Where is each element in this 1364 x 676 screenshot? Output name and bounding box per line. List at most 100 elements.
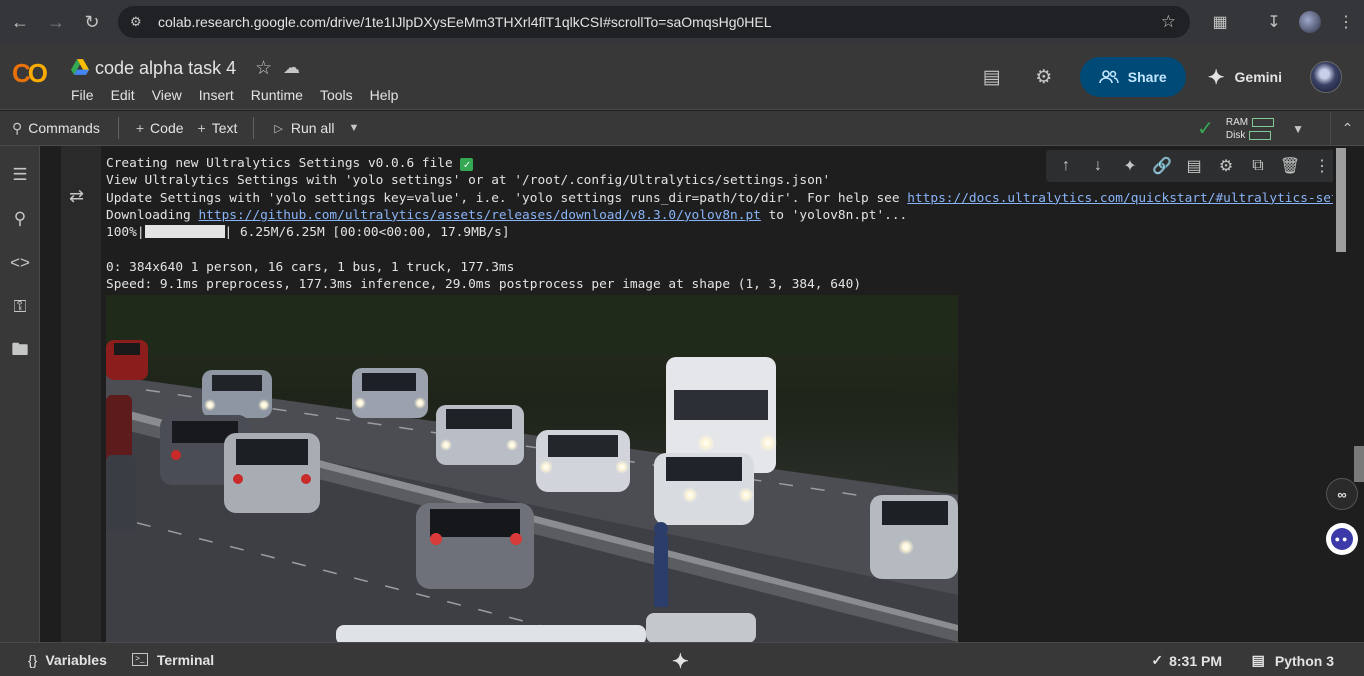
ram-disk-indicator[interactable]: RAM Disk xyxy=(1225,116,1275,142)
download-icon[interactable]: ↧ xyxy=(1256,12,1292,32)
car xyxy=(646,613,756,642)
menu-insert[interactable]: Insert xyxy=(199,87,234,103)
car xyxy=(202,370,272,418)
run-all-label: Run all xyxy=(290,120,335,136)
secondary-scroll-thumb[interactable] xyxy=(1354,446,1364,482)
address-bar[interactable]: ⚙ colab.research.google.com/drive/1te1IJ… xyxy=(118,6,1190,38)
commands-button[interactable]: ⚲ Commands xyxy=(12,120,100,137)
car xyxy=(416,503,534,589)
search-icon: ⚲ xyxy=(12,119,23,136)
star-icon[interactable]: ☆ xyxy=(255,57,272,80)
execution-status[interactable]: ✓ 8:31 PM xyxy=(1151,652,1222,669)
download-link[interactable]: https://github.com/ultralytics/assets/re… xyxy=(198,208,760,223)
move-up-icon[interactable]: ↑ xyxy=(1050,157,1082,175)
scrollbar-thumb[interactable] xyxy=(1336,148,1346,252)
play-icon: ▷ xyxy=(274,122,283,135)
add-text-button[interactable]: + Text xyxy=(198,120,238,136)
code-snippets-icon[interactable]: <> xyxy=(8,251,32,275)
disk-bar xyxy=(1249,130,1272,140)
cell-gutter xyxy=(61,146,101,642)
car xyxy=(654,453,754,525)
bot-face-icon: ●● xyxy=(1331,528,1353,550)
output-line: Speed: 9.1ms preprocess, 177.3ms inferen… xyxy=(106,277,862,293)
header-actions: ▤ ⚙ Share ✦ Gemini xyxy=(976,57,1364,97)
share-button[interactable]: Share xyxy=(1079,57,1186,97)
plus-icon: + xyxy=(135,120,145,136)
output-line: Update Settings with 'yolo settings key=… xyxy=(106,190,908,206)
menu-edit[interactable]: Edit xyxy=(111,87,135,103)
gemini-spark-icon[interactable]: ✦ xyxy=(672,649,689,674)
move-down-icon[interactable]: ↓ xyxy=(1082,157,1114,175)
share-label: Share xyxy=(1127,69,1167,85)
files-folder-icon[interactable]: 🖿 xyxy=(8,339,32,363)
runtime-type[interactable]: ▤ Python 3 xyxy=(1252,652,1334,669)
runtime-resources[interactable]: ✓ RAM Disk ▼ ⌃ xyxy=(1197,111,1364,146)
menu-file[interactable]: File xyxy=(71,87,94,103)
reload-icon[interactable]: ↻ xyxy=(76,6,108,38)
extension-float-icon[interactable]: ∞ xyxy=(1326,478,1358,510)
car xyxy=(352,368,428,418)
gemini-spark-icon[interactable]: ✦ xyxy=(1114,156,1146,176)
runtime-list-icon: ▤ xyxy=(1251,652,1265,668)
disk-label: Disk xyxy=(1225,129,1246,141)
status-bar: {} Variables >_ Terminal ✦ ✓ 8:31 PM ▤ P… xyxy=(0,642,1364,676)
table-of-contents-icon[interactable]: ☰ xyxy=(8,163,32,187)
browser-toolbar: ← → ↻ ⚙ colab.research.google.com/drive/… xyxy=(0,0,1364,44)
comments-icon[interactable]: ▤ xyxy=(976,61,1008,93)
comment-icon[interactable]: ▤ xyxy=(1178,156,1210,176)
highway-traffic-photo xyxy=(106,295,958,642)
menu-view[interactable]: View xyxy=(152,87,182,103)
browser-actions: ▦ ↧ ⋮ xyxy=(1202,6,1364,38)
notebook-scrollbar[interactable] xyxy=(1336,148,1346,642)
browser-menu-icon[interactable]: ⋮ xyxy=(1328,12,1364,32)
mirror-cell-icon[interactable]: ⧉ xyxy=(1242,157,1274,175)
menu-runtime[interactable]: Runtime xyxy=(251,87,303,103)
google-drive-icon xyxy=(71,59,89,75)
variables-button[interactable]: {} Variables xyxy=(28,652,107,668)
output-line: Creating new Ultralytics Settings v0.0.6… xyxy=(106,156,461,171)
collapse-header-icon[interactable]: ⌃ xyxy=(1330,111,1364,146)
forward-arrow-icon[interactable]: → xyxy=(40,6,72,38)
delete-trash-icon[interactable]: 🗑 xyxy=(1274,156,1306,176)
url-text[interactable]: colab.research.google.com/drive/1te1IJlp… xyxy=(158,14,772,30)
plus-icon: + xyxy=(197,120,206,136)
toolbar-divider xyxy=(117,117,119,139)
find-replace-icon[interactable]: ⚲ xyxy=(8,207,32,231)
runtime-label: Python 3 xyxy=(1274,652,1334,669)
run-all-dropdown-icon[interactable]: ▼ xyxy=(348,122,359,134)
notebook-title[interactable]: code alpha task 4 xyxy=(95,58,236,79)
avatar[interactable] xyxy=(1310,61,1342,93)
terminal-label: Terminal xyxy=(156,651,215,668)
menu-help[interactable]: Help xyxy=(370,87,399,103)
docs-link[interactable]: https://docs.ultralytics.com/quickstart/… xyxy=(907,191,1333,206)
output-actions-icon[interactable]: ⇄ xyxy=(69,186,84,207)
cloud-saved-icon[interactable]: ☁ xyxy=(283,58,300,78)
menu-tools[interactable]: Tools xyxy=(320,87,353,103)
check-icon: ✓ xyxy=(1151,652,1164,668)
bookmark-star-icon[interactable]: ☆ xyxy=(1161,12,1176,32)
cell-toolbar: ↑ ↓ ✦ 🔗 ▤ ⚙ ⧉ 🗑 ⋮ xyxy=(1046,150,1333,182)
terminal-button[interactable]: >_ Terminal xyxy=(131,651,215,668)
output-line: Downloading xyxy=(106,207,199,223)
run-all-button[interactable]: ▷ Run all xyxy=(274,120,334,136)
people-icon xyxy=(1098,70,1119,84)
site-settings-icon[interactable]: ⚙ xyxy=(130,14,146,30)
profile-icon[interactable] xyxy=(1292,11,1328,33)
connected-check-icon: ✓ xyxy=(1197,118,1214,140)
assistant-bot-icon[interactable]: ●● xyxy=(1326,523,1358,555)
colab-logo[interactable]: CO xyxy=(12,58,48,89)
car xyxy=(436,405,524,465)
settings-gear-icon[interactable]: ⚙ xyxy=(1028,61,1060,93)
extensions-icon[interactable]: ▦ xyxy=(1202,12,1238,32)
back-arrow-icon[interactable]: ← xyxy=(4,6,36,38)
braces-icon: {} xyxy=(28,651,38,668)
add-code-button[interactable]: + Code xyxy=(136,120,184,136)
runtime-dropdown-icon[interactable]: ▼ xyxy=(1292,122,1304,136)
link-icon[interactable]: 🔗 xyxy=(1146,156,1178,176)
execution-time: 8:31 PM xyxy=(1169,652,1222,669)
secrets-key-icon[interactable]: ⚿ xyxy=(8,295,32,319)
code-label: Code xyxy=(150,120,184,136)
gemini-button[interactable]: ✦ Gemini xyxy=(1208,65,1282,90)
cell-settings-gear-icon[interactable]: ⚙ xyxy=(1210,156,1242,176)
more-vert-icon[interactable]: ⋮ xyxy=(1306,156,1333,176)
